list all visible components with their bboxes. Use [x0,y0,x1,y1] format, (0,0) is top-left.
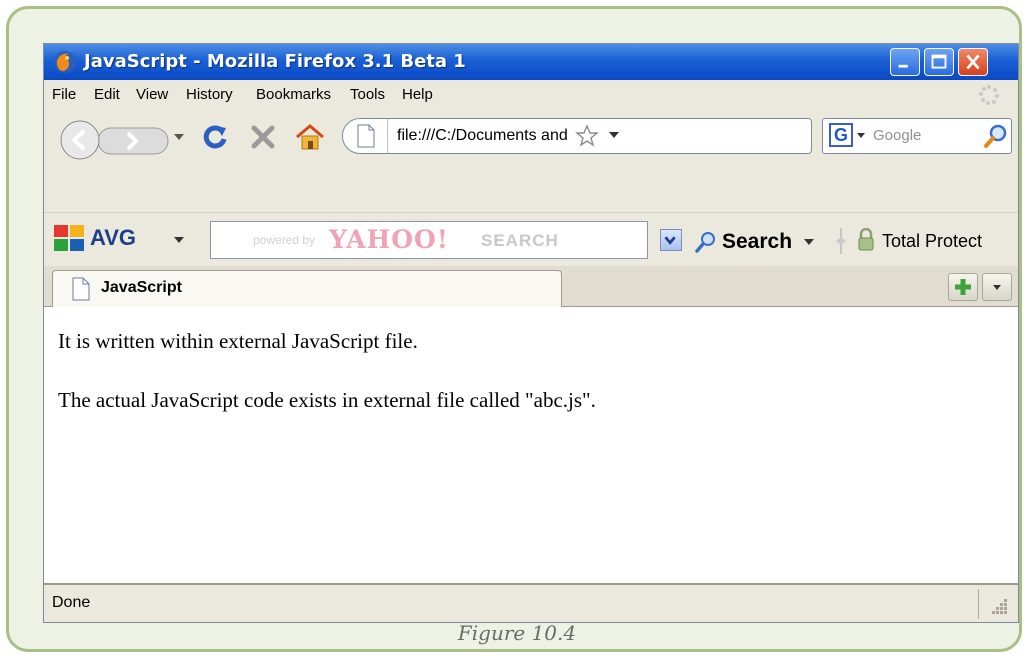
maximize-icon [931,54,947,69]
menu-help[interactable]: Help [402,86,433,103]
tab-list-button[interactable] [982,273,1012,301]
resize-grip-icon[interactable] [988,595,1010,617]
plus-icon [955,279,971,295]
search-box[interactable]: G Google [822,118,1012,154]
home-icon[interactable] [294,122,326,152]
tab-label: JavaScript [101,279,182,296]
url-dropdown-icon[interactable] [609,132,619,140]
page-content: It is written within external JavaScript… [44,307,1018,583]
maximize-button[interactable] [924,48,954,76]
throbber-icon [979,85,999,105]
history-dropdown-icon[interactable] [174,134,184,142]
search-engine-icon[interactable]: G [829,123,853,147]
chevron-down-icon [993,285,1001,290]
tab-strip: JavaScript [44,266,1018,307]
menu-tools[interactable]: Tools [350,86,385,103]
figure-caption: Figure 10.4 [457,621,577,645]
menu-file[interactable]: File [52,86,76,103]
menu-history[interactable]: History [186,86,233,103]
firefox-icon [54,51,76,73]
avg-toolbar: AVG powered by YAHOO! SEARCH Search Tota… [44,212,1018,267]
minimize-icon [898,64,908,68]
content-line: It is written within external JavaScript… [58,329,418,353]
title-bar[interactable]: JavaScript - Mozilla Firefox 3.1 Beta 1 [44,44,1018,80]
close-icon [966,54,980,70]
menu-view[interactable]: View [136,86,168,103]
status-bar: Done [44,583,1018,622]
url-bar[interactable]: file:///C:/Documents and Settings/ [342,118,812,154]
menu-edit[interactable]: Edit [94,86,120,103]
close-button[interactable] [958,48,988,76]
yahoo-dropdown-button[interactable] [660,229,682,251]
new-tab-button[interactable] [948,273,978,301]
chevron-down-icon [664,236,676,245]
yahoo-search-watermark: SEARCH [481,231,559,250]
status-divider [978,589,979,619]
menu-bar: File Edit View History Bookmarks Tools H… [44,80,1018,108]
search-icon[interactable] [694,230,718,254]
status-text: Done [52,594,91,611]
minimize-button[interactable] [890,48,920,76]
avg-logo-icon[interactable] [54,225,84,251]
total-protection-label[interactable]: Total Protect [882,231,982,252]
yahoo-logo: YAHOO! [329,225,449,254]
search-dropdown-icon[interactable] [804,239,814,247]
url-text[interactable]: file:///C:/Documents and Settings/ [397,127,569,145]
search-placeholder: Google [873,127,922,144]
lock-icon[interactable] [856,228,876,252]
content-line: The actual JavaScript code exists in ext… [58,388,596,412]
bookmark-star-icon[interactable] [575,124,599,148]
figure-frame: JavaScript - Mozilla Firefox 3.1 Beta 1 … [6,6,1022,652]
search-button[interactable]: Search [722,230,792,254]
back-forward-buttons[interactable] [58,120,170,160]
search-icon[interactable] [983,123,1009,149]
menu-bookmarks[interactable]: Bookmarks [256,86,331,103]
page-icon [357,124,375,148]
reload-icon[interactable] [200,122,230,152]
powered-by-label: powered by [253,233,316,247]
avg-brand[interactable]: AVG [90,225,136,251]
yahoo-search-input[interactable]: powered by YAHOO! SEARCH [210,221,648,259]
stop-icon[interactable] [248,122,278,152]
page-icon [72,277,90,301]
tab-javascript[interactable]: JavaScript [52,270,562,307]
navigation-toolbar: file:///C:/Documents and Settings/ G Goo… [44,108,1018,170]
bookmarks-toolbar [44,170,1018,212]
toolbar-separator-icon [836,228,846,254]
browser-window: JavaScript - Mozilla Firefox 3.1 Beta 1 … [43,43,1019,623]
window-title: JavaScript - Mozilla Firefox 3.1 Beta 1 [84,51,466,72]
search-engine-dropdown-icon[interactable] [857,132,865,140]
avg-dropdown-icon[interactable] [174,237,184,245]
url-divider [387,119,388,153]
